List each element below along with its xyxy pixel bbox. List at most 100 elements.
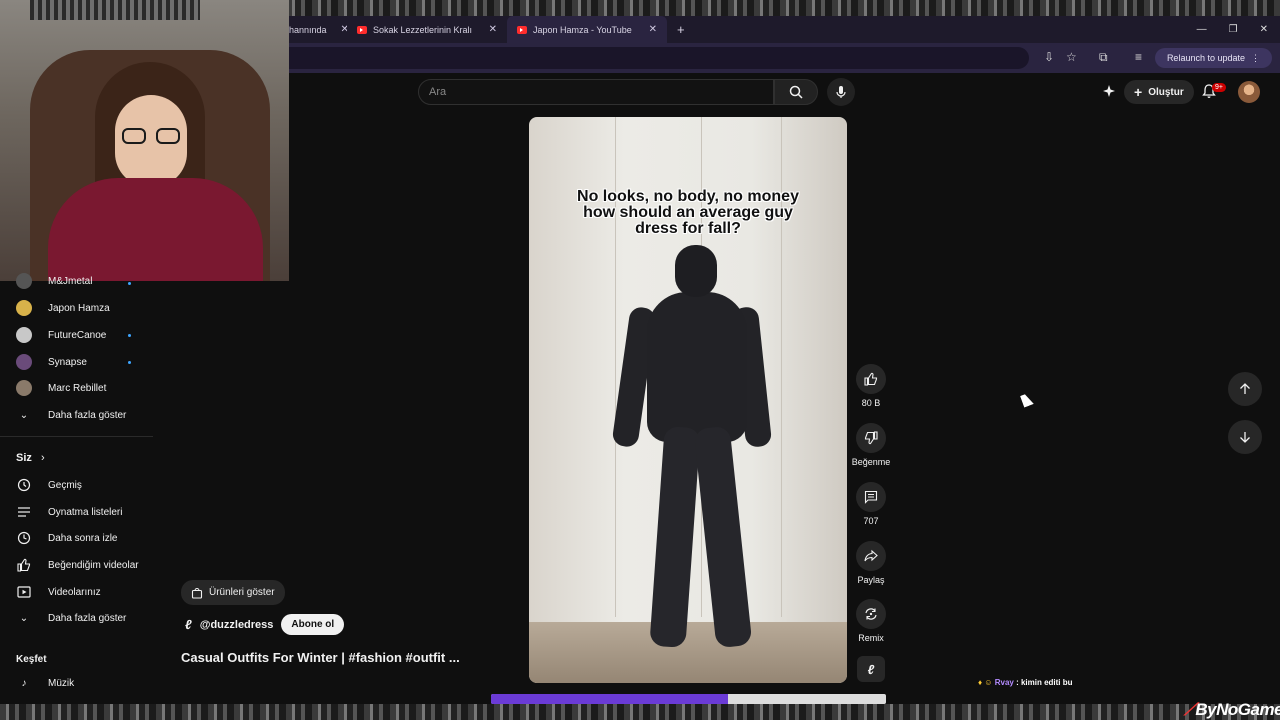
video-icon	[16, 584, 32, 600]
sidebar-item-history[interactable]: Geçmiş	[16, 472, 82, 498]
sidebar-item-label: Geçmiş	[48, 479, 82, 491]
browser-toolbar: ⇩ ☆ ⧉ ≡ Relaunch to update ⋮	[289, 43, 1280, 73]
install-app-icon[interactable]: ⇩	[1044, 50, 1054, 64]
chat-nick: Rvay	[994, 678, 1014, 687]
restore-icon[interactable]: ❐	[1229, 24, 1238, 35]
comments-button[interactable]: 707	[851, 482, 891, 526]
screen: hannında ✕ Sokak Lezzetlerinin Kralı bah…	[0, 0, 1280, 720]
figure-leg	[649, 426, 701, 648]
channel-logo-icon[interactable]: ℓ	[857, 656, 885, 682]
floor	[529, 622, 847, 683]
streamer-brand-logo: ⟋ByNoGame	[1184, 700, 1280, 720]
channel-avatar	[16, 354, 32, 370]
sidebar-sub-marc-rebillet[interactable]: Marc Rebillet	[16, 375, 106, 401]
minimize-icon[interactable]: —	[1197, 24, 1207, 35]
figure-leg	[693, 425, 753, 649]
sidebar-sub-japon-hamza[interactable]: Japon Hamza	[16, 295, 110, 321]
sidebar-show-more-2[interactable]: ⌄ Daha fazla göster	[16, 605, 127, 631]
close-tab-icon[interactable]: ✕	[489, 24, 497, 35]
youtube-favicon-icon	[517, 25, 527, 34]
new-tab-button[interactable]: +	[667, 16, 695, 43]
comment-icon	[864, 490, 878, 504]
more-menu-icon: ⋮	[1251, 52, 1260, 63]
sidebar-item-liked-videos[interactable]: Beğendiğim videolar	[16, 552, 139, 578]
address-bar[interactable]	[289, 47, 1029, 69]
dislike-button[interactable]: Beğenme	[851, 423, 891, 467]
channel-info: ℓ @duzzledress Abone ol	[185, 614, 345, 635]
sidebar-divider	[0, 436, 153, 437]
chat-text: : kimin editi bu	[1016, 678, 1073, 687]
arrow-up-icon	[1240, 383, 1250, 394]
sidebar-section-you[interactable]: Siz ›	[16, 452, 45, 464]
comment-count: 707	[863, 516, 879, 526]
sidebar-sub-mjmetal[interactable]: M&Jmetal	[16, 268, 92, 294]
channel-handle[interactable]: @duzzledress	[200, 619, 274, 631]
create-button[interactable]: + Oluştur	[1124, 80, 1194, 104]
browser-tab-active[interactable]: Japon Hamza - YouTube ✕	[507, 16, 667, 43]
sidebar-item-label: Japon Hamza	[48, 302, 110, 314]
sidebar-sub-synapse[interactable]: Synapse	[16, 349, 87, 375]
streamer-shirt	[48, 178, 263, 281]
sidebar-show-more[interactable]: ⌄ Daha fazla göster	[16, 402, 127, 428]
stream-chat-message: ♦ ☺ Rvay : kimin editi bu	[978, 678, 1073, 687]
remix-icon	[865, 608, 877, 620]
sidebar-item-watch-later[interactable]: Daha sonra izle	[16, 525, 117, 551]
show-products-button[interactable]: Ürünleri göster	[181, 580, 285, 605]
like-button[interactable]: 80 B	[851, 364, 891, 408]
tab-title: Sokak Lezzetlerinin Kralı baha…	[372, 24, 475, 35]
thumbs-up-icon	[16, 557, 32, 573]
subscribe-button[interactable]: Abone ol	[281, 614, 345, 635]
browser-tab[interactable]: Sokak Lezzetlerinin Kralı baha… ✕	[347, 16, 507, 43]
channel-avatar-icon[interactable]: ℓ	[185, 617, 192, 632]
like-count: 80 B	[861, 398, 881, 408]
create-sparkle-icon[interactable]	[1102, 84, 1116, 103]
account-avatar[interactable]	[1238, 81, 1260, 103]
channel-avatar	[16, 300, 32, 316]
relaunch-button[interactable]: Relaunch to update ⋮	[1154, 48, 1272, 68]
create-label: Oluştur	[1148, 86, 1184, 98]
sidebar-item-playlists[interactable]: Oynatma listeleri	[16, 499, 122, 525]
close-tab-icon[interactable]: ✕	[649, 24, 657, 35]
share-button[interactable]: Paylaş	[851, 541, 891, 585]
sidebar-item-label: Daha sonra izle	[48, 532, 118, 544]
music-note-icon: ♪	[21, 677, 27, 689]
sidebar-item-label: Beğendiğim videolar	[48, 559, 139, 571]
caption-line: how should an average guy	[583, 204, 793, 221]
sidebar-item-your-videos[interactable]: Videolarınız	[16, 579, 101, 605]
tab-title: Japon Hamza - YouTube	[532, 24, 632, 35]
products-label: Ürünleri göster	[209, 587, 275, 598]
microphone-icon	[836, 86, 846, 98]
search-button[interactable]	[774, 79, 818, 105]
sidebar-item-label: Synapse	[48, 356, 87, 368]
wall-decoration	[30, 0, 200, 20]
close-window-icon[interactable]: ✕	[1260, 24, 1268, 35]
glasses-left	[122, 128, 146, 144]
browser-tab[interactable]: hannında ✕	[289, 16, 347, 43]
relaunch-label: Relaunch to update	[1166, 53, 1245, 63]
sidebar-item-label: Videolarınız	[48, 586, 101, 598]
search-input[interactable]: Ara	[418, 79, 774, 105]
video-progress-bar[interactable]	[491, 694, 886, 704]
sidebar-item-music[interactable]: ♪ Müzik	[16, 670, 75, 696]
dislike-label: Beğenme	[851, 457, 891, 467]
shopping-bag-icon	[191, 587, 203, 599]
media-control-icon[interactable]: ≡	[1135, 50, 1142, 64]
remix-button[interactable]: Remix	[851, 599, 891, 643]
sidebar-item-label: Daha fazla göster	[48, 409, 127, 421]
chevron-down-icon: ⌄	[19, 409, 29, 421]
next-short-button[interactable]	[1228, 420, 1262, 454]
video-title[interactable]: Casual Outfits For Winter | #fashion #ou…	[181, 650, 460, 665]
voice-search-button[interactable]	[827, 78, 855, 106]
extensions-icon[interactable]: ⧉	[1099, 50, 1108, 65]
short-video-player[interactable]: No looks, no body, no money how should a…	[529, 117, 847, 683]
sidebar-sub-futurecanoe[interactable]: FutureCanoe	[16, 322, 106, 348]
previous-short-button[interactable]	[1228, 372, 1262, 406]
bookmark-star-icon[interactable]: ☆	[1066, 50, 1077, 64]
progress-fill	[491, 694, 728, 704]
history-icon	[16, 477, 32, 493]
new-content-dot	[128, 282, 131, 285]
clock-icon	[16, 530, 32, 546]
figure-body	[647, 292, 747, 442]
arrow-down-icon	[1240, 432, 1250, 443]
chevron-right-icon: ›	[40, 452, 45, 464]
